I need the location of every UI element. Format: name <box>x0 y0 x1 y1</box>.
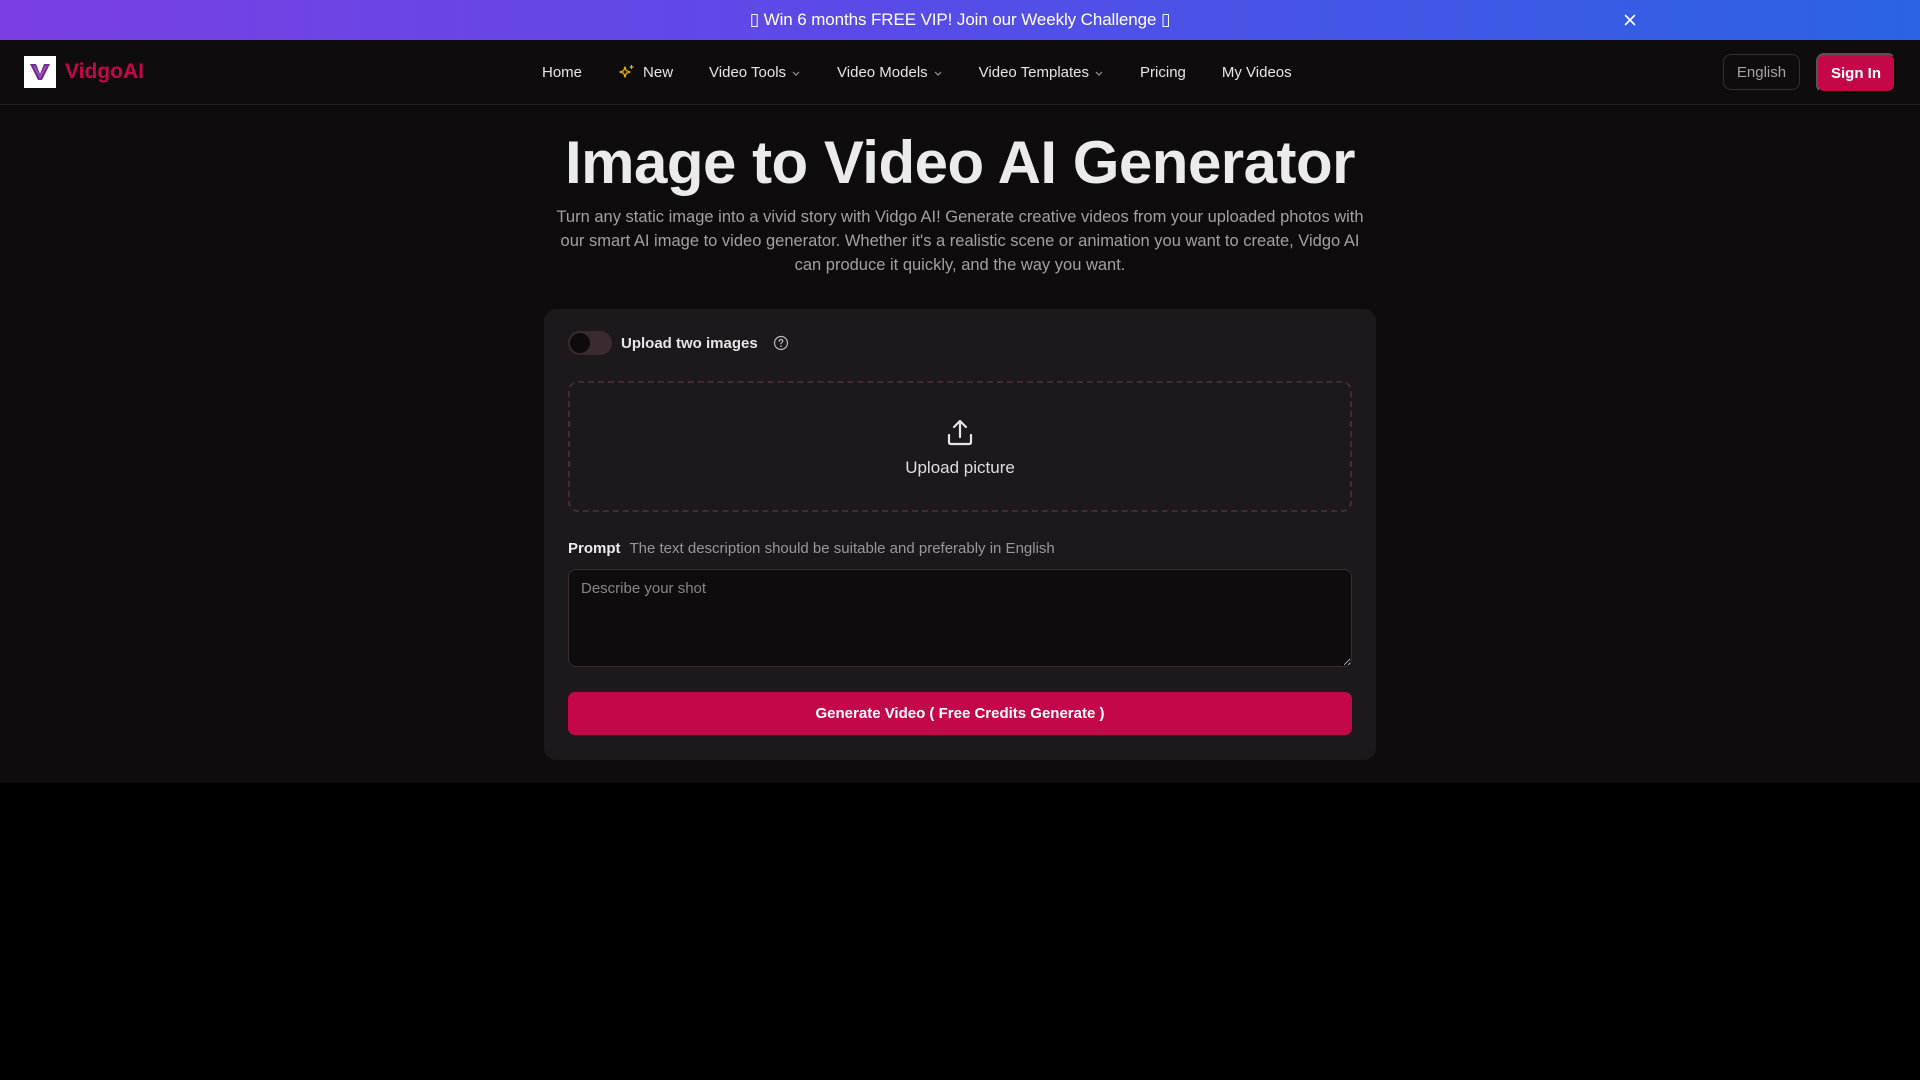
language-selector[interactable]: English <box>1723 54 1800 90</box>
nav-home-label: Home <box>542 64 583 81</box>
nav-pricing-label: Pricing <box>1140 64 1186 81</box>
promo-banner: ▯ Win 6 months FREE VIP! Join our Weekly… <box>0 0 1920 40</box>
nav-video-models-label: Video Models <box>837 64 928 81</box>
nav-my-videos-label: My Videos <box>1221 64 1292 81</box>
main-nav: Home New Video Tools Video Models Video … <box>542 40 1292 105</box>
prompt-input[interactable] <box>568 569 1352 667</box>
upload-icon <box>944 416 976 448</box>
page-title: Image to Video AI Generator <box>564 129 1356 196</box>
prompt-label: Prompt <box>568 540 621 557</box>
upload-dropzone[interactable]: Upload picture <box>568 381 1352 512</box>
promo-text[interactable]: ▯ Win 6 months FREE VIP! Join our Weekly… <box>750 10 1171 30</box>
toggle-knob <box>570 333 590 353</box>
generator-card: Upload two images Upload picture Prompt … <box>544 309 1376 760</box>
nav-video-tools[interactable]: Video Tools <box>709 64 801 81</box>
page-subtitle: Turn any static image into a vivid story… <box>556 208 1364 274</box>
help-icon[interactable] <box>773 335 789 351</box>
sparkle-icon <box>618 64 635 81</box>
nav-my-videos[interactable]: My Videos <box>1222 64 1292 81</box>
close-icon[interactable] <box>1620 10 1640 30</box>
nav-video-tools-label: Video Tools <box>709 64 787 81</box>
nav-video-templates[interactable]: Video Templates <box>979 64 1104 81</box>
nav-new-label: New <box>643 64 674 81</box>
prompt-hint: The text description should be suitable … <box>629 540 1055 557</box>
nav-video-templates-label: Video Templates <box>978 64 1090 81</box>
upload-two-images-toggle[interactable] <box>568 331 612 355</box>
toggle-label: Upload two images <box>621 334 758 352</box>
chevron-down-icon <box>933 68 943 78</box>
chevron-down-icon <box>1094 68 1104 78</box>
logo[interactable]: VidgoAI <box>24 56 144 88</box>
logo-text: VidgoAI <box>65 60 144 83</box>
upload-two-images-row: Upload two images <box>568 331 789 355</box>
nav-home[interactable]: Home <box>542 64 582 81</box>
generate-video-button[interactable]: Generate Video ( Free Credits Generate ) <box>568 692 1352 735</box>
sign-in-button[interactable]: Sign In <box>1816 53 1896 93</box>
chevron-down-icon <box>791 68 801 78</box>
nav-video-models[interactable]: Video Models <box>837 64 943 81</box>
nav-new[interactable]: New <box>618 64 673 81</box>
page: VidgoAI Home New Video Tools Video Model… <box>0 40 1920 783</box>
upload-label: Upload picture <box>905 457 1015 477</box>
prompt-header: Prompt The text description should be su… <box>568 540 1055 557</box>
logo-icon <box>24 56 56 88</box>
nav-pricing[interactable]: Pricing <box>1140 64 1186 81</box>
navbar: VidgoAI Home New Video Tools Video Model… <box>0 40 1920 105</box>
